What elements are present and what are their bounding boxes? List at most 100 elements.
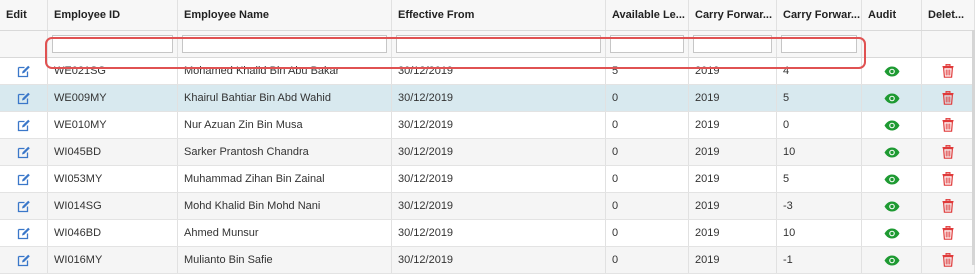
- employee-name-cell: Mohamed Khalid Bin Abu Bakar: [178, 58, 392, 84]
- edit-icon: [17, 146, 30, 158]
- filter-employee-id-input[interactable]: [52, 35, 173, 53]
- table-row[interactable]: WE021SG Mohamed Khalid Bin Abu Bakar 30/…: [0, 58, 975, 85]
- delete-button[interactable]: [922, 112, 975, 138]
- edit-button[interactable]: [0, 85, 48, 111]
- filter-available-leave-input[interactable]: [610, 35, 684, 53]
- carry-forward-days-cell: 5: [777, 166, 862, 192]
- employee-name-cell: Mulianto Bin Safie: [178, 247, 392, 273]
- audit-button[interactable]: [862, 112, 922, 138]
- grid-filter-row: [0, 31, 975, 58]
- employee-id-cell: WI016MY: [48, 247, 178, 273]
- carry-forward-days-cell: 4: [777, 58, 862, 84]
- carry-forward-days-cell: -3: [777, 193, 862, 219]
- edit-icon: [17, 227, 30, 239]
- available-leave-cell: 5: [606, 58, 689, 84]
- available-leave-cell: 0: [606, 247, 689, 273]
- available-leave-cell: 0: [606, 139, 689, 165]
- column-header-employee-id[interactable]: Employee ID: [48, 0, 178, 30]
- table-row[interactable]: WI053MY Muhammad Zihan Bin Zainal 30/12/…: [0, 166, 975, 193]
- effective-from-cell: 30/12/2019: [392, 85, 606, 111]
- audit-button[interactable]: [862, 220, 922, 246]
- edit-button[interactable]: [0, 193, 48, 219]
- carry-forward-year-cell: 2019: [689, 247, 777, 273]
- audit-button[interactable]: [862, 58, 922, 84]
- column-header-carry-forward-year[interactable]: Carry Forwar...: [689, 0, 777, 30]
- audit-button[interactable]: [862, 247, 922, 273]
- available-leave-cell: 0: [606, 85, 689, 111]
- employee-id-cell: WI046BD: [48, 220, 178, 246]
- table-row[interactable]: WI045BD Sarker Prantosh Chandra 30/12/20…: [0, 139, 975, 166]
- carry-forward-year-cell: 2019: [689, 139, 777, 165]
- delete-button[interactable]: [922, 247, 975, 273]
- table-row[interactable]: WI016MY Mulianto Bin Safie 30/12/2019 0 …: [0, 247, 975, 274]
- effective-from-cell: 30/12/2019: [392, 58, 606, 84]
- trash-icon: [942, 118, 954, 132]
- grid-body: WE021SG Mohamed Khalid Bin Abu Bakar 30/…: [0, 58, 975, 274]
- carry-forward-days-cell: 0: [777, 112, 862, 138]
- eye-icon: [884, 228, 899, 238]
- effective-from-cell: 30/12/2019: [392, 247, 606, 273]
- table-row[interactable]: WI014SG Mohd Khalid Bin Mohd Nani 30/12/…: [0, 193, 975, 220]
- filter-carry-forward-year-input[interactable]: [693, 35, 772, 53]
- column-header-available-leave[interactable]: Available Le...: [606, 0, 689, 30]
- delete-button[interactable]: [922, 58, 975, 84]
- edit-button[interactable]: [0, 112, 48, 138]
- filter-cell-employee-name: [178, 31, 392, 57]
- column-header-employee-name[interactable]: Employee Name: [178, 0, 392, 30]
- carry-forward-days-cell: 10: [777, 139, 862, 165]
- carry-forward-days-cell: -1: [777, 247, 862, 273]
- carry-forward-days-cell: 10: [777, 220, 862, 246]
- employee-leave-grid: Edit Employee ID Employee Name Effective…: [0, 0, 975, 274]
- employee-name-cell: Ahmed Munsur: [178, 220, 392, 246]
- audit-button[interactable]: [862, 166, 922, 192]
- delete-button[interactable]: [922, 220, 975, 246]
- delete-button[interactable]: [922, 193, 975, 219]
- table-row[interactable]: WE009MY Khairul Bahtiar Bin Abd Wahid 30…: [0, 85, 975, 112]
- employee-id-cell: WE010MY: [48, 112, 178, 138]
- filter-cell-edit: [0, 31, 48, 57]
- eye-icon: [884, 147, 899, 157]
- available-leave-cell: 0: [606, 112, 689, 138]
- audit-button[interactable]: [862, 193, 922, 219]
- carry-forward-year-cell: 2019: [689, 166, 777, 192]
- effective-from-cell: 30/12/2019: [392, 220, 606, 246]
- employee-id-cell: WE009MY: [48, 85, 178, 111]
- trash-icon: [942, 226, 954, 240]
- edit-button[interactable]: [0, 139, 48, 165]
- employee-name-cell: Muhammad Zihan Bin Zainal: [178, 166, 392, 192]
- filter-carry-forward-days-input[interactable]: [781, 35, 857, 53]
- effective-from-cell: 30/12/2019: [392, 193, 606, 219]
- employee-id-cell: WE021SG: [48, 58, 178, 84]
- column-header-effective-from[interactable]: Effective From: [392, 0, 606, 30]
- effective-from-cell: 30/12/2019: [392, 112, 606, 138]
- carry-forward-days-cell: 5: [777, 85, 862, 111]
- edit-button[interactable]: [0, 247, 48, 273]
- edit-button[interactable]: [0, 166, 48, 192]
- edit-button[interactable]: [0, 220, 48, 246]
- delete-button[interactable]: [922, 166, 975, 192]
- eye-icon: [884, 93, 899, 103]
- filter-effective-from-input[interactable]: [396, 35, 601, 53]
- filter-employee-name-input[interactable]: [182, 35, 387, 53]
- edit-icon: [17, 92, 30, 104]
- audit-button[interactable]: [862, 139, 922, 165]
- trash-icon: [942, 199, 954, 213]
- employee-name-cell: Khairul Bahtiar Bin Abd Wahid: [178, 85, 392, 111]
- available-leave-cell: 0: [606, 193, 689, 219]
- carry-forward-year-cell: 2019: [689, 58, 777, 84]
- filter-cell-delete: [922, 31, 975, 57]
- table-row[interactable]: WE010MY Nur Azuan Zin Bin Musa 30/12/201…: [0, 112, 975, 139]
- carry-forward-year-cell: 2019: [689, 193, 777, 219]
- delete-button[interactable]: [922, 85, 975, 111]
- edit-icon: [17, 173, 30, 185]
- eye-icon: [884, 255, 899, 265]
- column-header-audit: Audit: [862, 0, 922, 30]
- audit-button[interactable]: [862, 85, 922, 111]
- delete-button[interactable]: [922, 139, 975, 165]
- edit-button[interactable]: [0, 58, 48, 84]
- employee-id-cell: WI045BD: [48, 139, 178, 165]
- available-leave-cell: 0: [606, 220, 689, 246]
- table-row[interactable]: WI046BD Ahmed Munsur 30/12/2019 0 2019 1…: [0, 220, 975, 247]
- filter-cell-carry-forward-days: [777, 31, 862, 57]
- column-header-carry-forward-days[interactable]: Carry Forwar...: [777, 0, 862, 30]
